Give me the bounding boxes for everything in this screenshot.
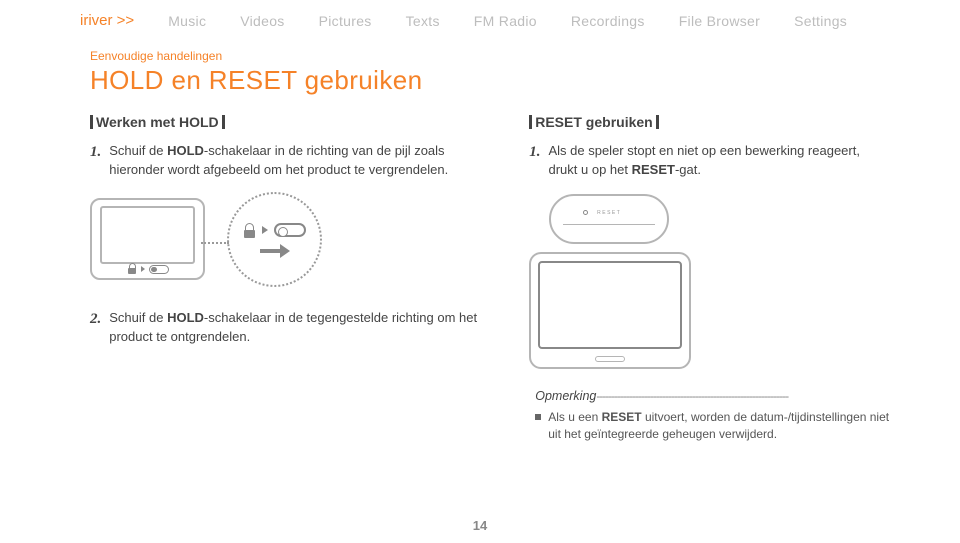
device-outline [90, 198, 205, 280]
note-item: Als u een RESET uitvoert, worden de datu… [535, 409, 890, 444]
left-step-1-text: Schuif de HOLD-schakelaar in de richting… [109, 142, 479, 180]
reset-hole-icon [583, 210, 588, 215]
note-prefix: Als u een [548, 410, 601, 424]
switch-group-small [127, 263, 169, 275]
reset-diagram-label: RESET [597, 210, 621, 216]
device-screen [100, 206, 195, 264]
nav-item-fmradio: FM Radio [474, 13, 537, 29]
two-column-layout: Werken met HOLD 1. Schuif de HOLD-schake… [90, 114, 890, 443]
hold-slider-icon [149, 265, 169, 274]
direction-arrow-icon [260, 246, 290, 256]
device-back-button-icon [595, 356, 625, 362]
lock-icon-large [243, 223, 256, 238]
nav-item-texts: Texts [406, 13, 440, 29]
right-step-1-number: 1. [529, 142, 540, 180]
nav-item-filebrowser: File Browser [679, 13, 760, 29]
left-step-2-number: 2. [90, 309, 101, 347]
device-back-screen [538, 261, 682, 349]
left-subheader-text: Werken met HOLD [96, 114, 219, 130]
subheader-bar-start [90, 115, 93, 129]
right-subheader-text: RESET gebruiken [535, 114, 652, 130]
note-dashes: ----------------------------------------… [596, 389, 788, 403]
nav-item-recordings: Recordings [571, 13, 645, 29]
brand-label: iriver >> [80, 12, 134, 29]
note-bold: RESET [602, 410, 642, 424]
arrow-right-icon-large [262, 226, 268, 234]
subheader-bar-end [222, 115, 225, 129]
right-subheader: RESET gebruiken [529, 114, 890, 130]
hold-diagram [90, 192, 479, 287]
zoom-detail-circle [227, 192, 322, 287]
zoom-top-row [243, 223, 306, 238]
subheader-bar-start-r [529, 115, 532, 129]
left-column: Werken met HOLD 1. Schuif de HOLD-schake… [90, 114, 479, 443]
device-top-divider [563, 224, 655, 225]
arrow-right-icon [141, 266, 145, 272]
left-step2-prefix: Schuif de [109, 310, 167, 325]
right-step-1-text: Als de speler stopt en niet op een bewer… [548, 142, 890, 180]
left-step1-prefix: Schuif de [109, 143, 167, 158]
left-step-2-text: Schuif de HOLD-schakelaar in de tegenges… [109, 309, 479, 347]
subheader-bar-end-r [656, 115, 659, 129]
right-step-1: 1. Als de speler stopt en niet op een be… [529, 142, 890, 180]
right-column: RESET gebruiken 1. Als de speler stopt e… [529, 114, 890, 443]
note-text: Als u een RESET uitvoert, worden de datu… [548, 409, 890, 444]
top-nav: iriver >> Music Videos Pictures Texts FM… [0, 0, 960, 41]
note-block: Opmerking-------------------------------… [529, 389, 890, 444]
left-step2-bold: HOLD [167, 310, 204, 325]
device-top-view: RESET [549, 194, 669, 244]
page-number: 14 [473, 518, 487, 533]
reset-diagram: RESET [529, 194, 890, 369]
nav-item-videos: Videos [240, 13, 284, 29]
page-title: HOLD en RESET gebruiken [90, 65, 890, 96]
note-bullet-icon [535, 414, 541, 420]
nav-item-music: Music [168, 13, 206, 29]
hold-slider-icon-large [274, 223, 306, 237]
left-step1-bold: HOLD [167, 143, 204, 158]
page-content: Eenvoudige handelingen HOLD en RESET geb… [0, 41, 960, 443]
right-step1-prefix: Als de speler stopt en niet op een bewer… [548, 143, 859, 177]
right-step1-suffix: -gat. [675, 162, 701, 177]
section-label: Eenvoudige handelingen [90, 49, 890, 63]
device-back-outline [529, 252, 691, 369]
right-step1-bold: RESET [632, 162, 675, 177]
left-step-1-number: 1. [90, 142, 101, 180]
nav-item-pictures: Pictures [319, 13, 372, 29]
left-step-2: 2. Schuif de HOLD-schakelaar in de tegen… [90, 309, 479, 347]
note-label: Opmerking [535, 389, 596, 403]
left-subheader: Werken met HOLD [90, 114, 479, 130]
nav-item-settings: Settings [794, 13, 847, 29]
left-step-1: 1. Schuif de HOLD-schakelaar in de richt… [90, 142, 479, 180]
note-header-line: Opmerking-------------------------------… [535, 389, 890, 403]
lock-icon [127, 263, 137, 275]
